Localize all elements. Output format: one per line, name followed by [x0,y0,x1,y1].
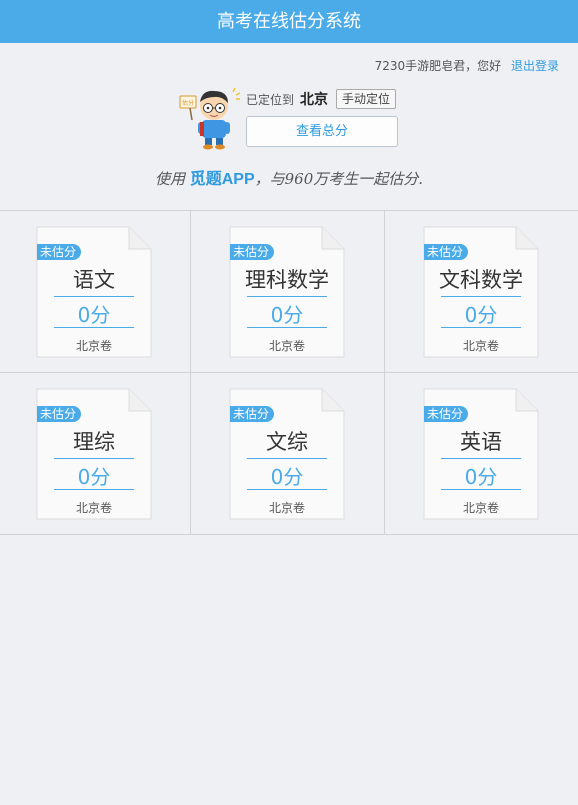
subject-name: 理综 [73,430,115,454]
app-header: 高考在线估分系统 [0,0,578,43]
svg-text:估分: 估分 [182,99,194,107]
divider [247,327,327,328]
subject-cell[interactable]: 未估分理科数学 0分北京卷 [191,211,385,373]
paper-type: 北京卷 [462,339,499,353]
subject-score: 0分 [464,465,498,489]
status-badge: 未估分 [230,244,275,260]
paper-type: 北京卷 [75,501,112,515]
subject-card[interactable]: 未估分理科数学 0分北京卷 [229,226,345,358]
user-greeting: 7230手游肥皂君，您好 [374,59,502,73]
manual-locate-button[interactable]: 手动定位 [336,89,397,109]
slogan-brand: 觅题APP [189,171,255,188]
user-bar: 7230手游肥皂君，您好 退出登录 [375,57,559,74]
subject-score: 0分 [464,303,498,327]
subject-name: 语文 [73,268,115,292]
divider [441,327,521,328]
subject-name: 文科数学 [439,268,523,292]
status-badge: 未估分 [424,244,469,260]
page-title: 高考在线估分系统 [217,11,361,32]
slogan-after: ，与960万考生一起估分. [254,170,424,188]
paper-type: 北京卷 [268,339,305,353]
slogan: 使用 觅题APP，与960万考生一起估分. [0,165,578,189]
subject-card[interactable]: 未估分文科数学 0分北京卷 [423,226,539,358]
divider [441,458,521,459]
subject-score: 0分 [270,303,304,327]
divider [247,296,327,297]
paper-type: 北京卷 [462,501,499,515]
divider [54,458,134,459]
divider [247,489,327,490]
location-prefix: 已定位到 [246,92,295,107]
subject-card[interactable]: 未估分理综 0分北京卷 [36,388,152,520]
subject-score: 0分 [77,303,111,327]
paper-type: 北京卷 [268,501,305,515]
mascot-illustration: 估分 [179,87,241,150]
location-row: 已定位到 北京 手动定位 [246,88,397,110]
status-badge: 未估分 [230,406,275,422]
subject-cell[interactable]: 未估分英语 0分北京卷 [385,373,578,535]
subject-cell[interactable]: 未估分理综 0分北京卷 [0,373,191,535]
divider [54,327,134,328]
subject-score: 0分 [77,465,111,489]
subject-card[interactable]: 未估分语文 0分北京卷 [36,226,152,358]
slogan-before: 使用 [154,170,190,188]
subject-grid: 未估分 语文 0分 北京卷 未估分 理科数学 0分 北京卷 未估分 文科数学 0分 北京卷 未估分… [0,210,578,535]
subject-name: 理科数学 [245,268,329,292]
subject-score: 0分 [270,465,304,489]
subject-card[interactable]: 未估分文综 0分北京卷 [229,388,345,520]
subject-cell[interactable]: 未估分文综 0分北京卷 [191,373,385,535]
subject-card[interactable]: 未估分英语 0分北京卷 [423,388,539,520]
subject-cell[interactable]: 未估分文科数学 0分北京卷 [385,211,578,373]
subject-name: 文综 [266,430,308,454]
status-badge: 未估分 [37,406,82,422]
subject-cell[interactable]: 未估分语文 0分北京卷 [0,211,191,373]
status-badge: 未估分 [37,244,82,260]
divider [247,458,327,459]
divider [441,296,521,297]
status-badge: 未估分 [424,406,469,422]
divider [441,489,521,490]
logout-link[interactable]: 退出登录 [511,59,559,73]
view-total-button[interactable]: 查看总分 [246,116,398,147]
divider [54,296,134,297]
paper-type: 北京卷 [75,339,112,353]
location-city: 北京 [300,92,329,108]
subject-name: 英语 [460,430,502,454]
divider [54,489,134,490]
